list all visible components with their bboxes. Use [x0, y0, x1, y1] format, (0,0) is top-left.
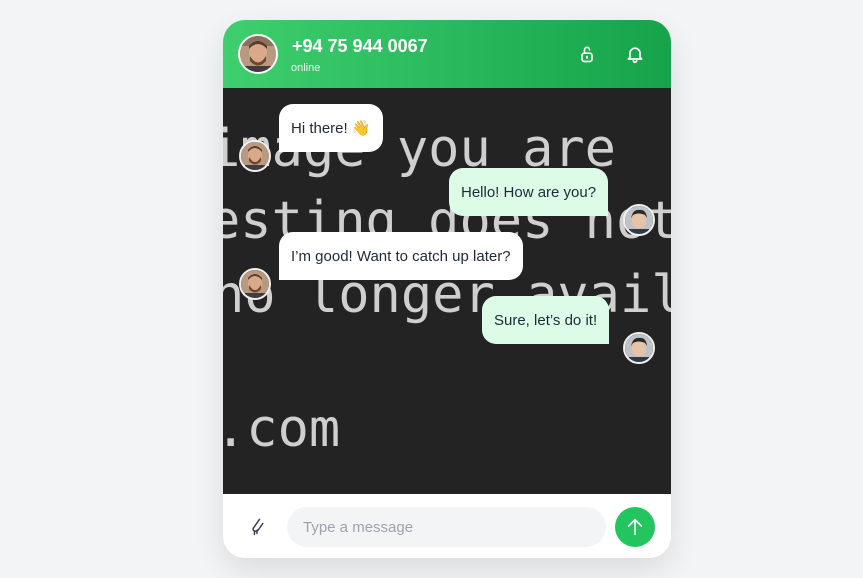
chat-header: +94 75 944 0067 online	[223, 20, 671, 88]
bell-icon	[627, 47, 643, 64]
user-avatar	[623, 332, 655, 364]
send-button[interactable]	[615, 507, 655, 547]
contact-avatar[interactable]	[238, 34, 278, 74]
contact-name: +94 75 944 0067	[292, 36, 428, 56]
message-bubble-incoming: I’m good! Want to catch up later?	[279, 232, 523, 280]
chat-window: +94 75 944 0067 online image you are est…	[223, 20, 671, 558]
message-bubble-outgoing: Sure, let’s do it!	[482, 296, 610, 344]
contact-status: online	[291, 62, 321, 74]
bearded-man-avatar-icon	[241, 142, 269, 170]
attach-button[interactable]	[245, 514, 269, 538]
notifications-button[interactable]	[623, 42, 647, 66]
message-bubble-outgoing: Hello! How are you?	[449, 168, 609, 216]
message-list[interactable]: image you are esting does not no longer …	[223, 88, 671, 494]
sender-avatar	[239, 140, 271, 172]
lock-icon	[581, 46, 593, 63]
sender-avatar	[239, 268, 271, 300]
lock-button[interactable]	[575, 42, 599, 66]
message-composer	[223, 494, 671, 558]
user-avatar	[623, 204, 655, 236]
message-input[interactable]	[287, 507, 606, 547]
paperclip-icon	[252, 518, 264, 536]
bearded-man-avatar-icon	[240, 36, 276, 72]
bearded-man-avatar-icon	[241, 270, 269, 298]
background-text-line: .com	[223, 399, 340, 459]
message-bubble-incoming: Hi there! 👋	[279, 104, 383, 152]
arrow-up-icon	[627, 518, 643, 536]
user-avatar-icon	[625, 334, 653, 362]
user-avatar-icon	[625, 206, 653, 234]
